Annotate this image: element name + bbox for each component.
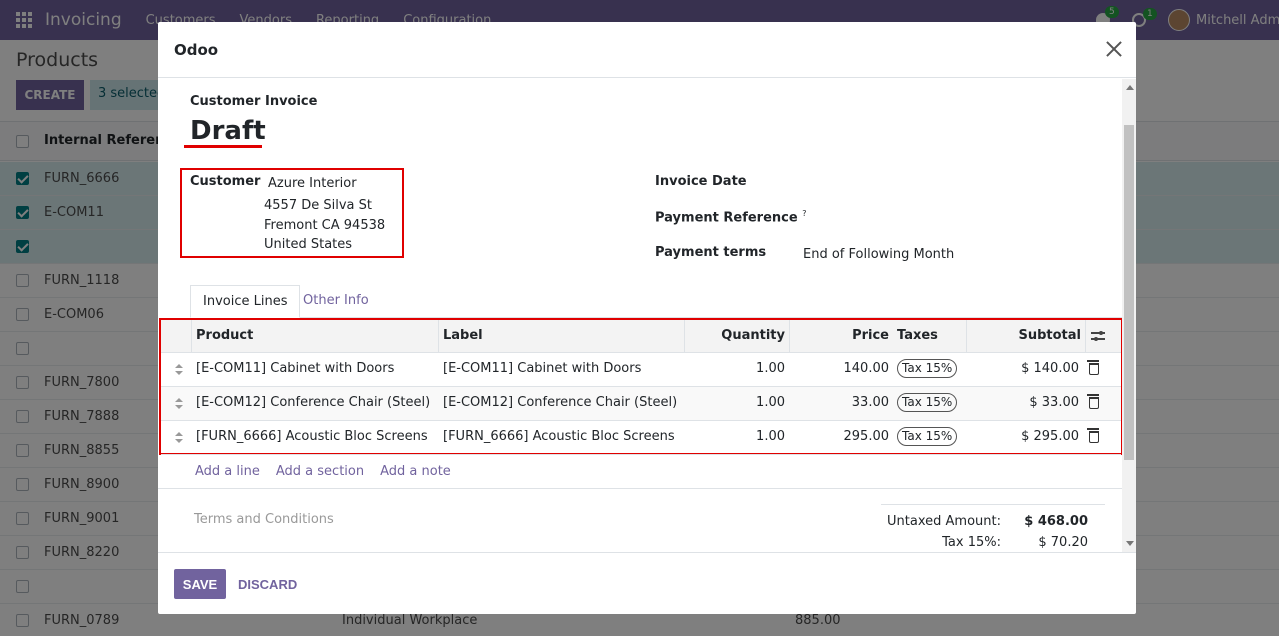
col-sep xyxy=(191,320,192,353)
invoice-line[interactable]: [E-COM12] Conference Chair (Steel) [E-COM… xyxy=(161,387,1121,421)
optional-columns-icon[interactable] xyxy=(1091,330,1105,342)
add-line-controls: Add a line Add a section Add a note xyxy=(195,464,451,479)
invoice-line[interactable]: [E-COM11] Cabinet with Doors [E-COM11] Ca… xyxy=(161,353,1121,387)
line-product[interactable]: [E-COM11] Cabinet with Doors xyxy=(196,361,394,376)
line-tax-tag[interactable]: Tax 15% xyxy=(897,393,958,412)
dialog-header: Odoo xyxy=(158,22,1136,78)
payment-terms-value[interactable]: End of Following Month xyxy=(803,247,954,262)
col-taxes[interactable]: Taxes xyxy=(897,328,938,343)
state-highlight xyxy=(184,145,262,148)
line-subtotal: $ 33.00 xyxy=(1029,395,1079,410)
drag-handle-icon[interactable] xyxy=(175,432,183,444)
customer-country: United States xyxy=(264,237,353,252)
dialog-body: Customer Invoice Draft Customer Azure In… xyxy=(158,79,1136,552)
drag-handle-icon[interactable] xyxy=(175,364,183,376)
col-sep xyxy=(684,320,685,353)
line-tax-tag[interactable]: Tax 15% xyxy=(897,359,958,378)
col-product[interactable]: Product xyxy=(196,328,253,343)
scroll-thumb[interactable] xyxy=(1124,125,1134,460)
customer-name[interactable]: Azure Interior xyxy=(268,176,357,191)
line-price[interactable]: 295.00 xyxy=(844,429,890,444)
invoice-state: Draft xyxy=(190,116,266,146)
line-quantity[interactable]: 1.00 xyxy=(756,395,785,410)
untaxed-amount-label: Untaxed Amount: xyxy=(887,514,1001,529)
document-type: Customer Invoice xyxy=(190,94,318,109)
payment-reference-label: Payment Reference ? xyxy=(655,209,806,225)
close-icon[interactable] xyxy=(1106,41,1122,57)
line-label[interactable]: [E-COM11] Cabinet with Doors xyxy=(443,361,641,376)
save-button[interactable]: SAVE xyxy=(174,569,226,599)
tab-invoice-lines[interactable]: Invoice Lines xyxy=(190,285,301,318)
col-sep xyxy=(438,320,439,353)
line-price[interactable]: 33.00 xyxy=(852,395,889,410)
invoice-dialog: Odoo Customer Invoice Draft Customer Azu… xyxy=(158,22,1136,614)
payment-terms-label: Payment terms xyxy=(655,245,767,260)
invoice-date-label: Invoice Date xyxy=(655,174,747,189)
col-quantity[interactable]: Quantity xyxy=(721,328,785,343)
add-note-link[interactable]: Add a note xyxy=(380,464,451,479)
help-marker[interactable]: ? xyxy=(802,209,806,218)
col-subtotal[interactable]: Subtotal xyxy=(1018,328,1081,343)
scroll-down-icon[interactable] xyxy=(1126,541,1134,546)
invoice-line[interactable]: [FURN_6666] Acoustic Bloc Screens [FURN_6… xyxy=(161,421,1121,455)
discard-button[interactable]: DISCARD xyxy=(238,569,297,599)
line-subtotal: $ 295.00 xyxy=(1021,429,1079,444)
line-label[interactable]: [FURN_6666] Acoustic Bloc Screens xyxy=(443,429,675,444)
payment-reference-label-text: Payment Reference xyxy=(655,210,798,226)
invoice-lines-table: Product Label Quantity Price Taxes Subto… xyxy=(159,318,1123,455)
trash-icon[interactable] xyxy=(1087,360,1099,375)
tab-other-info[interactable]: Other Info xyxy=(291,285,381,318)
line-product[interactable]: [FURN_6666] Acoustic Bloc Screens xyxy=(196,429,428,444)
customer-label: Customer xyxy=(190,174,261,189)
tax-label: Tax 15%: xyxy=(942,535,1001,550)
customer-street: 4557 De Silva St xyxy=(264,198,372,213)
col-sep xyxy=(1085,320,1086,353)
line-quantity[interactable]: 1.00 xyxy=(756,429,785,444)
col-sep xyxy=(966,320,967,353)
line-product[interactable]: [E-COM12] Conference Chair (Steel) xyxy=(196,395,430,410)
line-tax-tag[interactable]: Tax 15% xyxy=(897,427,958,446)
dialog-title: Odoo xyxy=(174,41,219,59)
dialog-footer: SAVE DISCARD xyxy=(158,552,1136,614)
add-line-link[interactable]: Add a line xyxy=(195,464,260,479)
add-section-link[interactable]: Add a section xyxy=(276,464,364,479)
trash-icon[interactable] xyxy=(1087,394,1099,409)
scroll-up-icon[interactable] xyxy=(1126,85,1134,90)
divider xyxy=(158,488,1122,489)
line-subtotal: $ 140.00 xyxy=(1021,361,1079,376)
col-sep xyxy=(789,320,790,353)
terms-input[interactable]: Terms and Conditions xyxy=(194,512,334,527)
drag-handle-icon[interactable] xyxy=(175,398,183,410)
line-quantity[interactable]: 1.00 xyxy=(756,361,785,376)
untaxed-amount-value: $ 468.00 xyxy=(1024,514,1088,529)
lines-header: Product Label Quantity Price Taxes Subto… xyxy=(161,320,1121,353)
line-price[interactable]: 140.00 xyxy=(844,361,890,376)
tax-value: $ 70.20 xyxy=(1038,535,1088,550)
dialog-scrollbar[interactable] xyxy=(1122,79,1136,552)
totals-divider xyxy=(881,504,1105,505)
line-label[interactable]: [E-COM12] Conference Chair (Steel) xyxy=(443,395,677,410)
notebook-tabs: Invoice Lines Other Info xyxy=(190,285,1122,318)
col-label[interactable]: Label xyxy=(443,328,483,343)
col-price[interactable]: Price xyxy=(852,328,889,343)
trash-icon[interactable] xyxy=(1087,428,1099,443)
customer-city: Fremont CA 94538 xyxy=(264,218,386,233)
